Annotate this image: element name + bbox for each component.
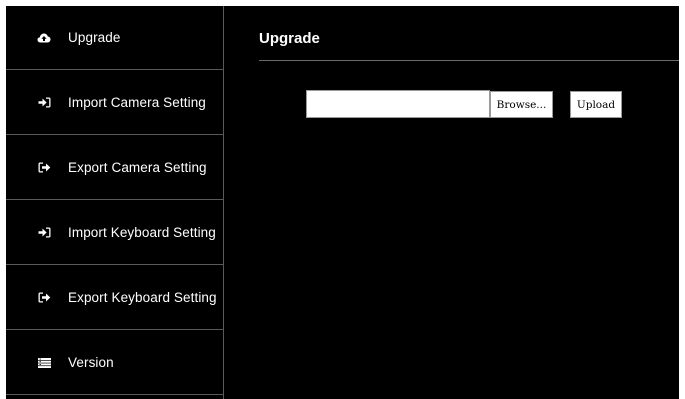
- sidebar-item-version[interactable]: Version: [6, 331, 223, 395]
- cloud-upload-icon: [36, 31, 52, 45]
- file-path-input[interactable]: [306, 90, 490, 118]
- browse-button[interactable]: Browse...: [490, 91, 553, 118]
- sidebar-item-export-camera-setting[interactable]: Export Camera Setting: [6, 136, 223, 200]
- sidebar-item-label: Import Keyboard Setting: [68, 225, 216, 240]
- sidebar-item-import-camera-setting[interactable]: Import Camera Setting: [6, 71, 223, 135]
- sign-out-icon: [36, 291, 52, 305]
- sidebar-item-label: Export Camera Setting: [68, 160, 207, 175]
- sidebar-item-label: Upgrade: [68, 30, 121, 45]
- sidebar-item-import-keyboard-setting[interactable]: Import Keyboard Setting: [6, 201, 223, 265]
- sidebar-item-export-keyboard-setting[interactable]: Export Keyboard Setting: [6, 266, 223, 330]
- sidebar-item-label: Import Camera Setting: [68, 95, 206, 110]
- sidebar-item-upgrade[interactable]: Upgrade: [6, 6, 223, 70]
- main-panel: Upgrade Browse... Upload: [224, 6, 679, 399]
- sign-in-icon: [36, 226, 52, 240]
- app-frame: Upgrade Import Camera Setting Export Cam…: [6, 6, 679, 399]
- sidebar-item-label: Version: [68, 355, 114, 370]
- sidebar: Upgrade Import Camera Setting Export Cam…: [6, 6, 224, 399]
- upload-button[interactable]: Upload: [570, 91, 622, 118]
- sign-out-icon: [36, 161, 52, 175]
- list-icon: [36, 356, 52, 370]
- sign-in-icon: [36, 96, 52, 110]
- sidebar-item-label: Export Keyboard Setting: [68, 290, 217, 305]
- title-divider: [259, 60, 679, 61]
- page-title: Upgrade: [259, 30, 320, 47]
